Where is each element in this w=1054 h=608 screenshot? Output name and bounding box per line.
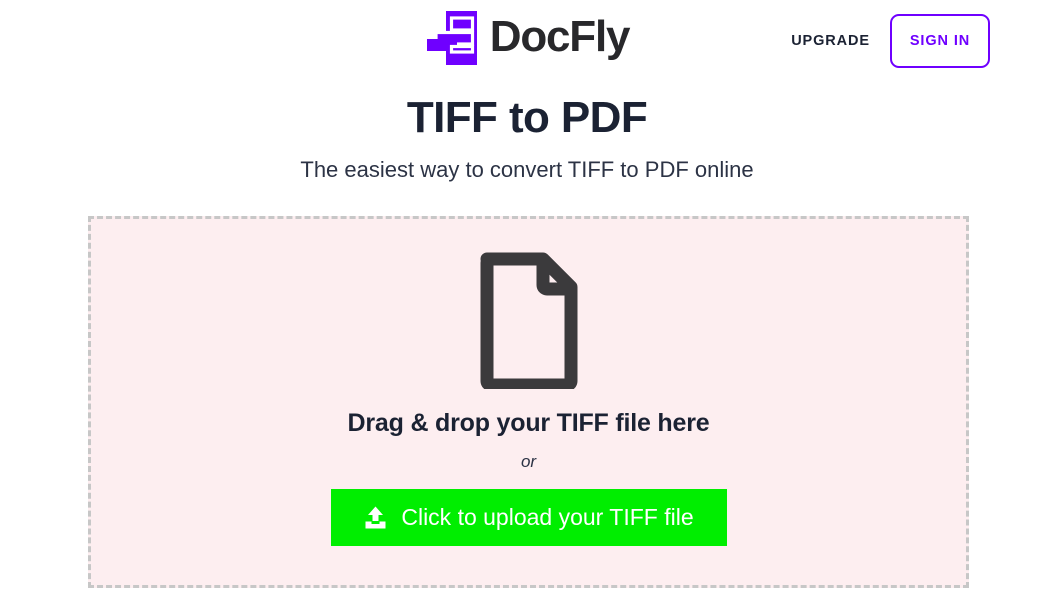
docfly-stacked-document-logo-icon xyxy=(426,11,477,65)
brand-name: DocFly xyxy=(489,11,631,61)
document-page-icon xyxy=(480,252,577,389)
page-subtitle: The easiest way to convert TIFF to PDF o… xyxy=(300,156,754,182)
file-dropzone[interactable]: Drag & drop your TIFF file here or Click… xyxy=(88,216,969,588)
upgrade-link[interactable]: UPGRADE xyxy=(791,33,870,49)
header-actions: UPGRADE SIGN IN xyxy=(791,14,990,68)
upload-file-button[interactable]: Click to upload your TIFF file xyxy=(330,489,727,546)
hero-section: TIFF to PDF The easiest way to convert T… xyxy=(0,82,1054,185)
site-header: DocFly UPGRADE SIGN IN xyxy=(0,0,1054,82)
page-title: TIFF to PDF xyxy=(406,93,648,142)
upload-arrow-icon xyxy=(365,506,386,529)
sign-in-button[interactable]: SIGN IN xyxy=(890,14,990,68)
dropzone-separator: or xyxy=(520,452,537,471)
dropzone-headline: Drag & drop your TIFF file here xyxy=(347,409,710,437)
page-root: DocFly UPGRADE SIGN IN TIFF to PDF The e… xyxy=(0,0,1054,608)
upload-button-label: Click to upload your TIFF file xyxy=(401,504,694,530)
